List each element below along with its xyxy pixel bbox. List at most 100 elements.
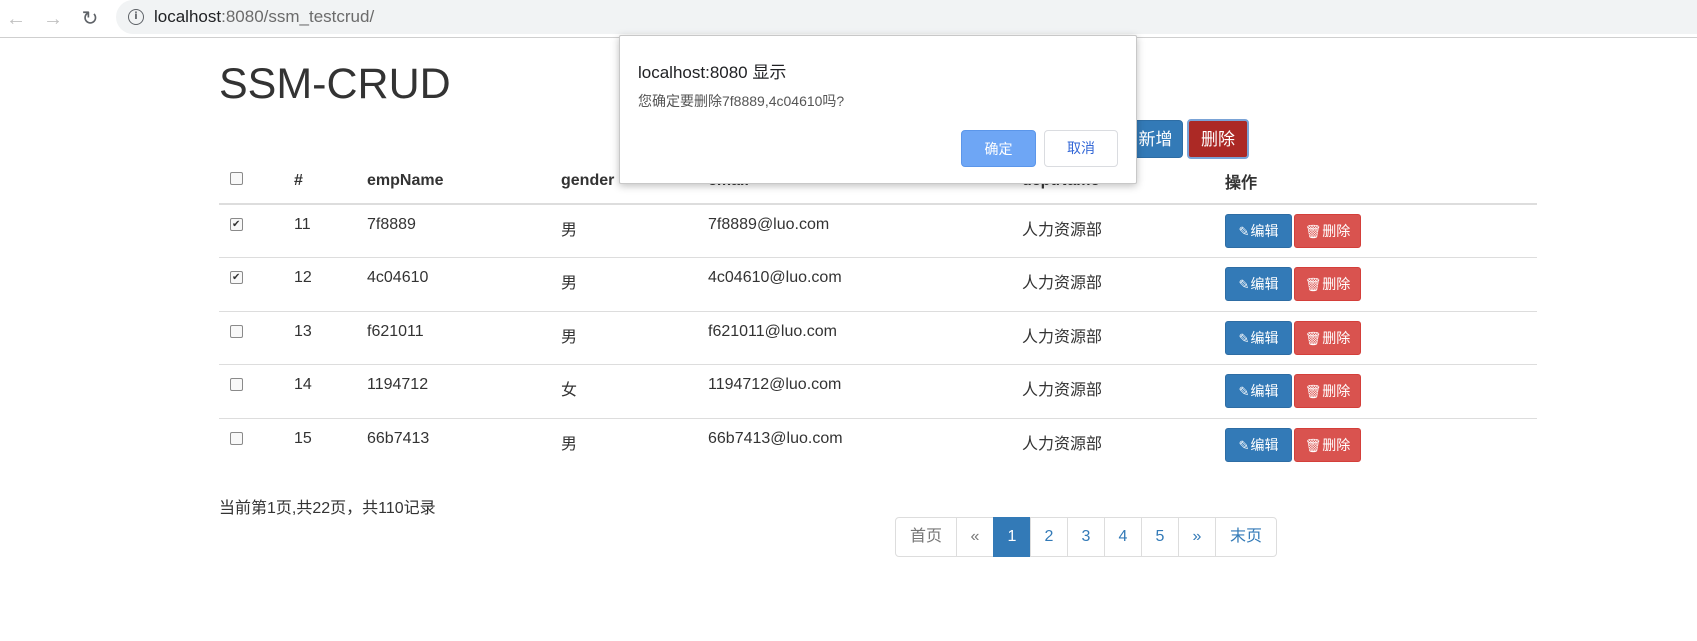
edit-button[interactable]: ✎编辑 [1225, 374, 1292, 408]
row-check-cell [219, 364, 286, 418]
arrow-left-icon[interactable]: ← [3, 6, 29, 32]
trash-icon: 🗑 [1304, 224, 1322, 239]
pencil-icon: ✎ [1238, 384, 1250, 399]
row-gender: 男 [553, 203, 700, 258]
header-check-cell [219, 155, 286, 205]
row-actions: ✎编辑 🗑删除 [1217, 417, 1537, 472]
page-first[interactable]: 首页 [895, 517, 957, 557]
page-prev[interactable]: « [956, 517, 994, 557]
row-check-cell [219, 257, 286, 311]
confirm-dialog: localhost:8080 显示 您确定要删除7f8889,4c04610吗?… [619, 35, 1137, 184]
row-email: 4c04610@luo.com [700, 257, 1014, 311]
edit-button[interactable]: ✎编辑 [1225, 427, 1292, 462]
delete-label: 删除 [1322, 383, 1351, 399]
delete-button[interactable]: 🗑删除 [1294, 214, 1361, 248]
pagination: 首页 « 1 2 3 4 5 » 末页 [895, 517, 1277, 557]
pencil-icon: ✎ [1238, 330, 1250, 346]
page-2[interactable]: 2 [1030, 517, 1068, 557]
row-check-cell [219, 310, 286, 365]
row-empname: 1194712 [359, 364, 553, 418]
page-4[interactable]: 4 [1104, 517, 1142, 557]
trash-icon: 🗑 [1304, 330, 1322, 346]
select-all-checkbox[interactable] [230, 172, 243, 185]
row-deptname: 人力资源部 [1014, 417, 1217, 472]
reload-icon[interactable]: ↻ [77, 6, 103, 32]
page-3[interactable]: 3 [1067, 517, 1105, 557]
delete-label: 删除 [1322, 276, 1351, 292]
url-host: localhost [154, 7, 222, 26]
row-email: 1194712@luo.com [700, 364, 1014, 418]
row-check-cell [219, 417, 286, 472]
address-bar[interactable]: i localhost:8080/ssm_testcrud/ [116, 0, 1697, 34]
trash-icon: 🗑 [1304, 384, 1322, 399]
row-checkbox[interactable] [230, 271, 243, 284]
trash-icon: 🗑 [1304, 277, 1322, 292]
delete-button[interactable]: 🗑删除 [1294, 427, 1361, 462]
row-id: 14 [286, 364, 359, 418]
row-actions: ✎编辑 🗑删除 [1217, 257, 1537, 311]
dialog-cancel-button[interactable]: 取消 [1044, 130, 1118, 167]
info-icon[interactable]: i [128, 9, 144, 25]
row-gender: 男 [553, 310, 700, 365]
trash-icon: 🗑 [1304, 437, 1322, 453]
dialog-title: localhost:8080 显示 [638, 63, 787, 82]
page-title: SSM-CRUD [219, 60, 451, 108]
row-deptname: 人力资源部 [1014, 257, 1217, 311]
batch-delete-button[interactable]: 删除 [1187, 119, 1249, 159]
delete-button[interactable]: 🗑删除 [1294, 267, 1361, 301]
row-actions: ✎编辑 🗑删除 [1217, 310, 1537, 365]
pencil-icon: ✎ [1238, 224, 1250, 239]
row-email: 7f8889@luo.com [700, 203, 1014, 258]
dialog-message: 您确定要删除7f8889,4c04610吗? [638, 93, 845, 109]
url-path: :8080/ssm_testcrud/ [221, 7, 375, 26]
page-next[interactable]: » [1178, 517, 1216, 557]
row-gender: 女 [553, 364, 700, 418]
row-id: 15 [286, 417, 359, 472]
table-row: 15 66b7413 男 66b7413@luo.com 人力资源部 ✎编辑 🗑删除 [219, 417, 1537, 472]
row-actions: ✎编辑 🗑删除 [1217, 203, 1537, 258]
row-checkbox[interactable] [230, 218, 243, 231]
arrow-right-icon[interactable]: → [40, 6, 66, 32]
row-gender: 男 [553, 417, 700, 472]
header-actions: 操作 [1217, 155, 1537, 205]
edit-button[interactable]: ✎编辑 [1225, 267, 1292, 301]
page-5[interactable]: 5 [1141, 517, 1179, 557]
header-empname: empName [359, 155, 553, 205]
dialog-ok-button[interactable]: 确定 [961, 130, 1036, 167]
row-checkbox[interactable] [230, 431, 243, 445]
page-info: 当前第1页,共22页，共110记录 [219, 500, 436, 517]
row-empname: 66b7413 [359, 417, 553, 472]
row-deptname: 人力资源部 [1014, 310, 1217, 365]
page-last[interactable]: 末页 [1215, 517, 1277, 557]
edit-label: 编辑 [1250, 329, 1279, 346]
pencil-icon: ✎ [1238, 437, 1250, 453]
pencil-icon: ✎ [1238, 277, 1250, 292]
row-id: 11 [286, 203, 359, 258]
url-text[interactable]: localhost:8080/ssm_testcrud/ [154, 7, 374, 27]
row-empname: f621011 [359, 310, 553, 365]
browser-toolbar: ← → ↻ i localhost:8080/ssm_testcrud/ [0, 0, 1697, 38]
delete-label: 删除 [1322, 329, 1351, 346]
edit-label: 编辑 [1250, 223, 1279, 239]
delete-label: 删除 [1322, 223, 1351, 239]
delete-button[interactable]: 🗑删除 [1294, 320, 1361, 355]
delete-button[interactable]: 🗑删除 [1294, 374, 1361, 408]
row-id: 12 [286, 257, 359, 311]
row-gender: 男 [553, 257, 700, 311]
row-checkbox[interactable] [230, 378, 243, 391]
row-email: 66b7413@luo.com [700, 417, 1014, 472]
row-actions: ✎编辑 🗑删除 [1217, 364, 1537, 418]
edit-label: 编辑 [1250, 436, 1279, 453]
header-id: # [286, 155, 359, 205]
table-row: 117f8889男7f8889@luo.com人力资源部✎编辑🗑删除 [219, 203, 1537, 258]
row-check-cell [219, 203, 286, 258]
edit-button[interactable]: ✎编辑 [1225, 320, 1292, 355]
row-checkbox[interactable] [230, 324, 243, 338]
edit-label: 编辑 [1250, 383, 1279, 399]
row-empname: 7f8889 [359, 203, 553, 258]
page-1[interactable]: 1 [993, 517, 1031, 557]
employee-table: # empName gender email deptName 操作 117f8… [219, 155, 1537, 472]
row-deptname: 人力资源部 [1014, 364, 1217, 418]
edit-button[interactable]: ✎编辑 [1225, 214, 1292, 248]
row-empname: 4c04610 [359, 257, 553, 311]
